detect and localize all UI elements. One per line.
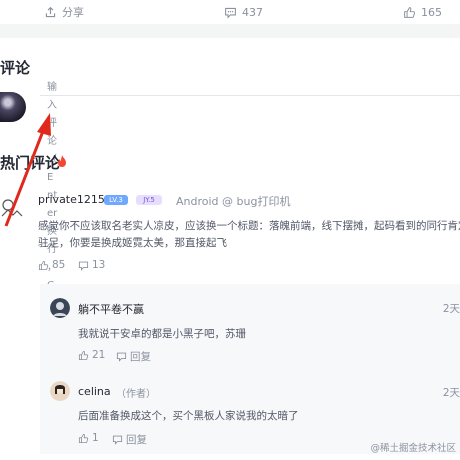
comment-username[interactable]: private1215 xyxy=(38,193,105,206)
author-reply-text: 后面准备换成这个，买个黑板人家说我的太暗了 xyxy=(78,410,299,422)
reply-like-button[interactable]: 21 xyxy=(78,349,105,361)
author-avatar xyxy=(50,381,70,401)
author-username[interactable]: celina xyxy=(78,385,111,398)
replies-container: 躺不平卷不赢 2天 我就说干安卓的都是小黑子吧，苏珊 21 回复 celina … xyxy=(40,284,460,454)
jy-badge: JY.5 xyxy=(136,195,162,205)
author-reply-time: 2天 xyxy=(442,387,460,399)
comment-like-button[interactable]: 85 xyxy=(38,259,65,271)
current-user-avatar xyxy=(0,92,26,122)
author-reply-like-count: 1 xyxy=(92,432,99,444)
author-tag: （作者） xyxy=(116,389,156,400)
comment-input-placeholder-char: 入 xyxy=(47,100,57,111)
comment-input-placeholder-char: 评 xyxy=(47,118,57,129)
comment-device: Android @ bug打印机 xyxy=(176,195,291,208)
like-count-button[interactable]: 165 xyxy=(403,2,442,22)
comment-like-count: 85 xyxy=(52,259,66,271)
reply-avatar xyxy=(50,298,70,318)
reply-text: 我就说干安卓的都是小黑子吧，苏珊 xyxy=(78,328,246,340)
thumbs-up-icon xyxy=(78,433,89,443)
reply-username[interactable]: 躺不平卷不赢 xyxy=(78,301,144,317)
reply-time: 2天 xyxy=(442,303,460,315)
comment-reply-button[interactable]: 13 xyxy=(78,259,105,271)
share-label: 分享 xyxy=(62,6,84,19)
like-icon xyxy=(404,6,415,18)
comment-text-line: 驻足，你要是换成姬霓太美，那直接起飞 xyxy=(38,237,227,249)
hot-comments-title: 热门评论 xyxy=(0,154,61,172)
flame-icon xyxy=(58,155,66,167)
comment-input-underline xyxy=(40,95,460,96)
like-count: 165 xyxy=(421,5,442,19)
thumbs-up-icon xyxy=(38,260,49,270)
reply-like-count: 21 xyxy=(92,349,106,361)
author-reply-label: 回复 xyxy=(126,434,147,446)
reply-reply-button[interactable]: 回复 xyxy=(116,349,151,364)
comment-icon xyxy=(116,352,127,362)
comment-count-button[interactable]: 437 xyxy=(224,2,263,22)
comment-count: 437 xyxy=(242,5,263,19)
reply-label: 回复 xyxy=(130,351,151,363)
author-reply-reply-button[interactable]: 回复 xyxy=(112,432,147,447)
thumbs-up-icon xyxy=(78,350,89,360)
comments-title: 评论 xyxy=(0,59,31,77)
comment-icon xyxy=(78,261,89,271)
comment-input-placeholder-char: 论 xyxy=(47,136,57,147)
comment-icon xyxy=(225,7,236,19)
author-reply-like-button[interactable]: 1 xyxy=(78,432,99,444)
section-divider xyxy=(0,24,460,38)
comment-reply-count: 13 xyxy=(92,259,106,271)
share-button[interactable]: 分享 xyxy=(44,2,84,22)
level-badge: LV.3 xyxy=(104,195,128,205)
watermark: @稀土掘金技术社区 xyxy=(370,443,456,454)
comment-text-line: 感觉你不应该取名老实人凉皮，应该换一个标题：落魄前端，线下摆摊，起码看到的同行肯… xyxy=(38,220,460,232)
comment-icon xyxy=(112,435,123,445)
comment-input-placeholder-char: 输 xyxy=(47,82,57,93)
commenter-avatar xyxy=(0,196,24,220)
share-icon xyxy=(45,6,56,17)
comment-text: 感觉你不应该取名老实人凉皮，应该换一个标题：落魄前端，线下摆摊，起码看到的同行肯… xyxy=(38,218,460,252)
